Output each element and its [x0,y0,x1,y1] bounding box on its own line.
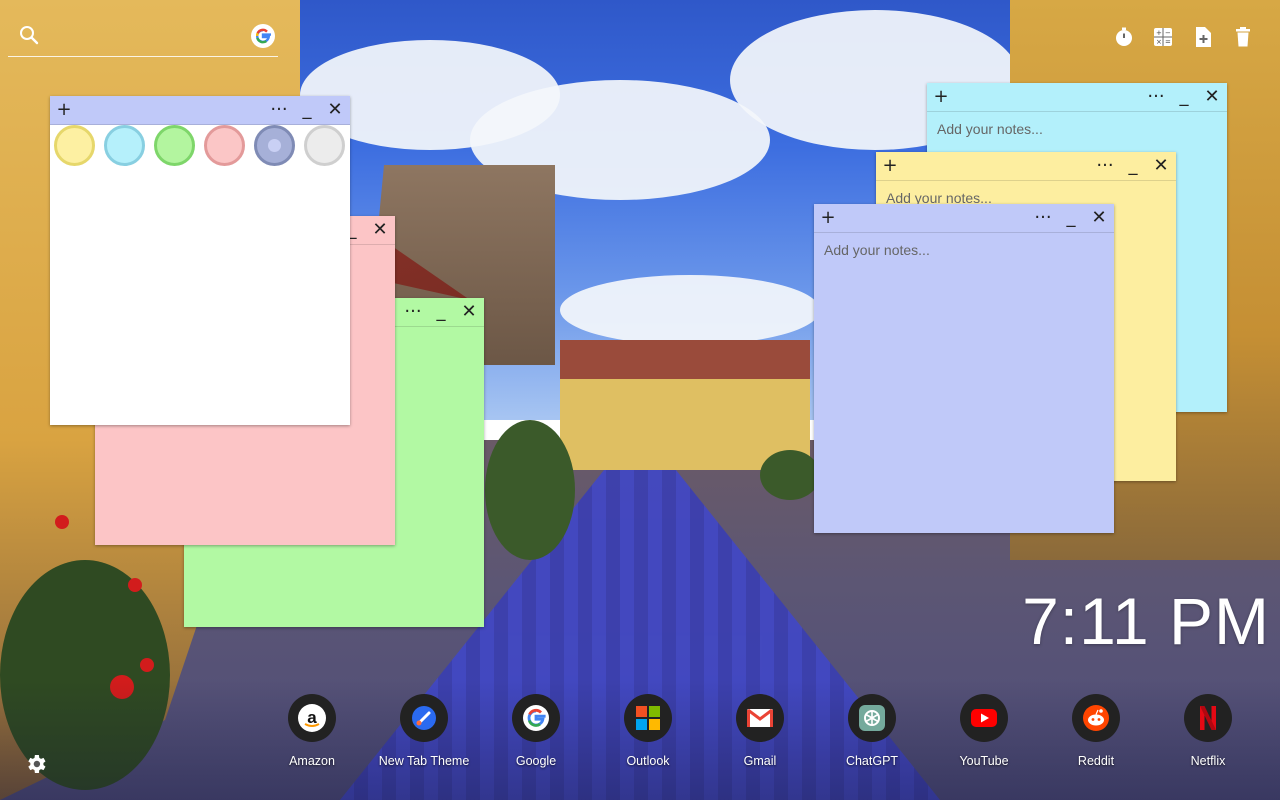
note-menu-button[interactable]: ··· [1094,155,1116,177]
timer-icon[interactable] [1111,24,1137,50]
note-menu-button[interactable]: ··· [1032,207,1054,229]
search-icon[interactable] [18,24,40,46]
note-minimize-button[interactable]: _ [430,301,452,323]
amazon-icon: a [288,694,336,742]
search-bar[interactable] [8,20,278,57]
youtube-icon [960,694,1008,742]
svg-text:+: + [1156,29,1162,37]
color-swatch-gray[interactable] [304,125,345,166]
sticky-note-periwinkle[interactable]: + ··· _ ✕ Add your notes... [814,204,1114,533]
chatgpt-icon [848,694,896,742]
dock-label: New Tab Theme [378,754,470,768]
dock-label: Reddit [1077,754,1115,768]
sticky-note-white[interactable]: + ··· _ ✕ [50,96,350,425]
note-add-button[interactable]: + [53,99,75,121]
color-swatch-periwinkle[interactable] [254,125,295,166]
flower [140,658,154,672]
note-header: + ··· _ ✕ [927,83,1227,112]
note-header: + ··· _ ✕ [50,96,350,125]
google-icon [512,694,560,742]
note-minimize-button[interactable]: _ [1060,207,1082,229]
house [560,340,810,470]
dock-label: ChatGPT [845,754,899,768]
dock-item-google[interactable]: Google [480,694,592,768]
dock-label: Gmail [743,754,777,768]
new-tab-theme-icon [400,694,448,742]
note-close-button[interactable]: ✕ [1150,155,1172,177]
color-swatch-yellow[interactable] [54,125,95,166]
note-menu-button[interactable]: ··· [402,301,424,323]
note-minimize-button[interactable]: _ [1173,86,1195,108]
note-text-area[interactable]: Add your notes... [937,121,1043,137]
dock-item-netflix[interactable]: Netflix [1152,694,1264,768]
calculator-icon[interactable]: + − × = [1150,24,1176,50]
google-g-icon[interactable] [251,24,275,48]
dock-label: Netflix [1190,754,1226,768]
reddit-icon [1072,694,1120,742]
dock-item-outlook[interactable]: Outlook [592,694,704,768]
dock-item-gmail[interactable]: Gmail [704,694,816,768]
dock-label: Amazon [289,754,335,768]
note-text-area[interactable]: Add your notes... [824,242,930,258]
note-add-button[interactable]: + [879,155,901,177]
note-header: + ··· _ ✕ [876,152,1176,181]
svg-text:−: − [1165,29,1171,37]
svg-text:=: = [1165,38,1171,46]
flower [128,578,142,592]
gear-icon[interactable] [24,752,48,776]
dock-label: YouTube [959,754,1009,768]
dock-label: Google [515,754,557,768]
gmail-icon [736,694,784,742]
dock-item-amazon[interactable]: a Amazon [256,694,368,768]
dock-item-new-tab-theme[interactable]: New Tab Theme [368,694,480,768]
note-minimize-button[interactable]: _ [1122,155,1144,177]
dock-item-chatgpt[interactable]: ChatGPT [816,694,928,768]
cloud [560,275,820,345]
dock-label: Outlook [626,754,670,768]
note-menu-button[interactable]: ··· [1145,86,1167,108]
selected-indicator [268,139,281,152]
svg-text:×: × [1156,38,1162,46]
note-close-button[interactable]: ✕ [458,301,480,323]
note-close-button[interactable]: ✕ [1201,86,1223,108]
note-close-button[interactable]: ✕ [324,99,346,121]
note-add-button[interactable]: + [817,207,839,229]
dock-item-youtube[interactable]: YouTube [928,694,1040,768]
note-add-button[interactable]: + [930,86,952,108]
svg-text:a: a [307,708,317,727]
note-menu-button[interactable]: ··· [268,99,290,121]
flower [55,515,69,529]
bush [760,450,820,500]
dock-item-reddit[interactable]: Reddit [1040,694,1152,768]
color-swatch-blue[interactable] [104,125,145,166]
netflix-icon [1184,694,1232,742]
trash-icon[interactable] [1230,24,1256,50]
add-note-icon[interactable] [1190,24,1216,50]
note-close-button[interactable]: ✕ [369,219,391,241]
note-minimize-button[interactable]: _ [296,99,318,121]
note-close-button[interactable]: ✕ [1088,207,1110,229]
clock: 7:11 PM [1022,584,1270,658]
note-header: + ··· _ ✕ [814,204,1114,233]
bush [485,420,575,560]
color-swatch-pink[interactable] [204,125,245,166]
outlook-icon [624,694,672,742]
color-swatch-green[interactable] [154,125,195,166]
